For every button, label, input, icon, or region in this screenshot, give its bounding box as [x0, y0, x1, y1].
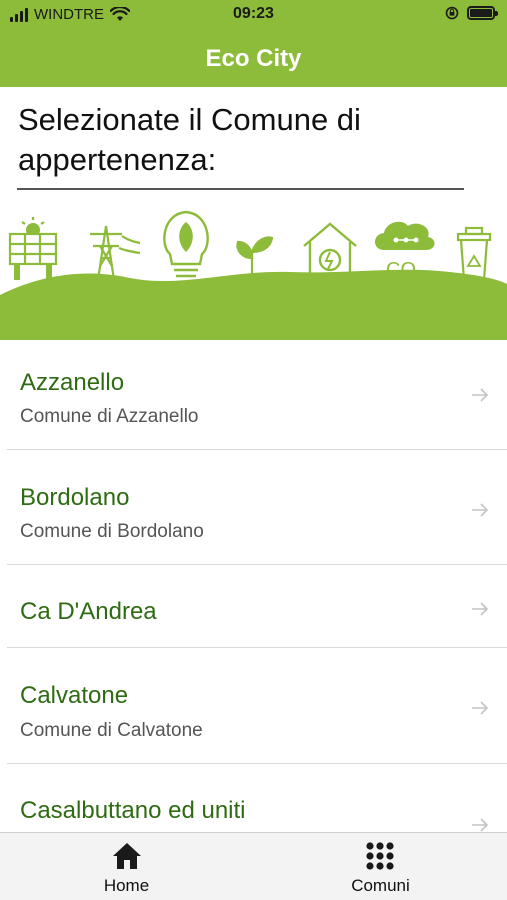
battery-level — [470, 9, 492, 17]
list-item-bordolano[interactable]: Bordolano Comune di Bordolano — [7, 450, 507, 565]
grid-icon — [366, 842, 394, 870]
power-pylon-icon — [90, 225, 141, 281]
chevron-right-icon — [472, 701, 489, 715]
chevron-right-icon — [472, 818, 489, 832]
battery-icon — [467, 6, 498, 20]
chevron-right-icon — [472, 388, 489, 402]
lightbulb-leaf-icon — [163, 210, 209, 278]
select-comune-prompt: Selezionate il Comune di appertenenza: — [18, 102, 361, 177]
comuni-list: Azzanello Comune di Azzanello Bordolano … — [0, 340, 507, 844]
comune-name: Ca D'Andrea — [20, 598, 157, 625]
comune-name: Calvatone — [20, 682, 129, 709]
chevron-right-icon — [472, 602, 489, 616]
status-right — [445, 6, 498, 20]
chevron-right-icon — [472, 503, 489, 517]
eco-banner: CO 2 — [0, 210, 507, 340]
comune-subtitle: Comune di Calvatone — [20, 720, 203, 741]
comune-name: Bordolano — [20, 484, 130, 511]
list-item-calvatone[interactable]: Calvatone Comune di Calvatone — [7, 648, 507, 764]
status-bar: WINDTRE 09:23 — [0, 0, 507, 30]
comune-subtitle: Comune di Azzanello — [20, 406, 199, 427]
comune-name: Casalbuttano ed uniti — [20, 797, 246, 824]
co2-subscript: 2 — [414, 271, 420, 283]
tab-comuni[interactable]: Comuni — [254, 833, 507, 900]
app-title: Eco City — [205, 45, 302, 72]
list-item-azzanello[interactable]: Azzanello Comune di Azzanello — [7, 340, 507, 450]
tab-home[interactable]: Home — [0, 833, 253, 900]
tab-comuni-label: Comuni — [351, 876, 410, 895]
recycle-bin-icon — [456, 226, 492, 282]
tab-bar: Home Comuni — [0, 832, 507, 900]
solar-panel-icon — [8, 217, 58, 280]
rotation-lock-icon — [445, 6, 459, 20]
list-item-ca-dandrea[interactable]: Ca D'Andrea — [7, 565, 507, 648]
prompt-divider — [17, 188, 464, 190]
comune-name: Azzanello — [20, 369, 125, 396]
comune-subtitle: Comune di Bordolano — [20, 521, 204, 542]
home-icon — [113, 843, 141, 869]
co2-label: CO — [386, 259, 416, 281]
tab-home-label: Home — [103, 876, 150, 895]
app-header: Eco City — [0, 30, 507, 87]
status-time: 09:23 — [233, 5, 274, 22]
